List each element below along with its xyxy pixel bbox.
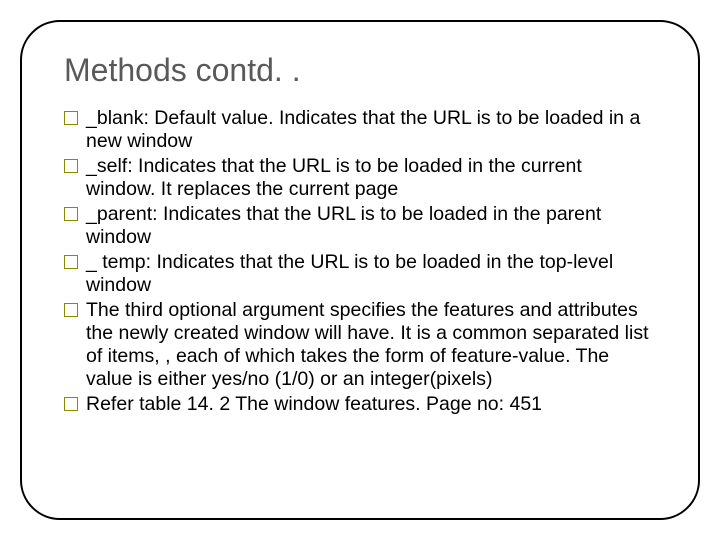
- slide-title: Methods contd. .: [64, 52, 656, 89]
- list-item: _self: Indicates that the URL is to be l…: [64, 155, 656, 201]
- slide-frame: Methods contd. . _blank: Default value. …: [20, 20, 700, 520]
- list-item: Refer table 14. 2 The window features. P…: [64, 393, 656, 416]
- bullet-list: _blank: Default value. Indicates that th…: [64, 107, 656, 416]
- list-item: _ temp: Indicates that the URL is to be …: [64, 251, 656, 297]
- list-item: The third optional argument specifies th…: [64, 299, 656, 391]
- list-item: _parent: Indicates that the URL is to be…: [64, 203, 656, 249]
- list-item: _blank: Default value. Indicates that th…: [64, 107, 656, 153]
